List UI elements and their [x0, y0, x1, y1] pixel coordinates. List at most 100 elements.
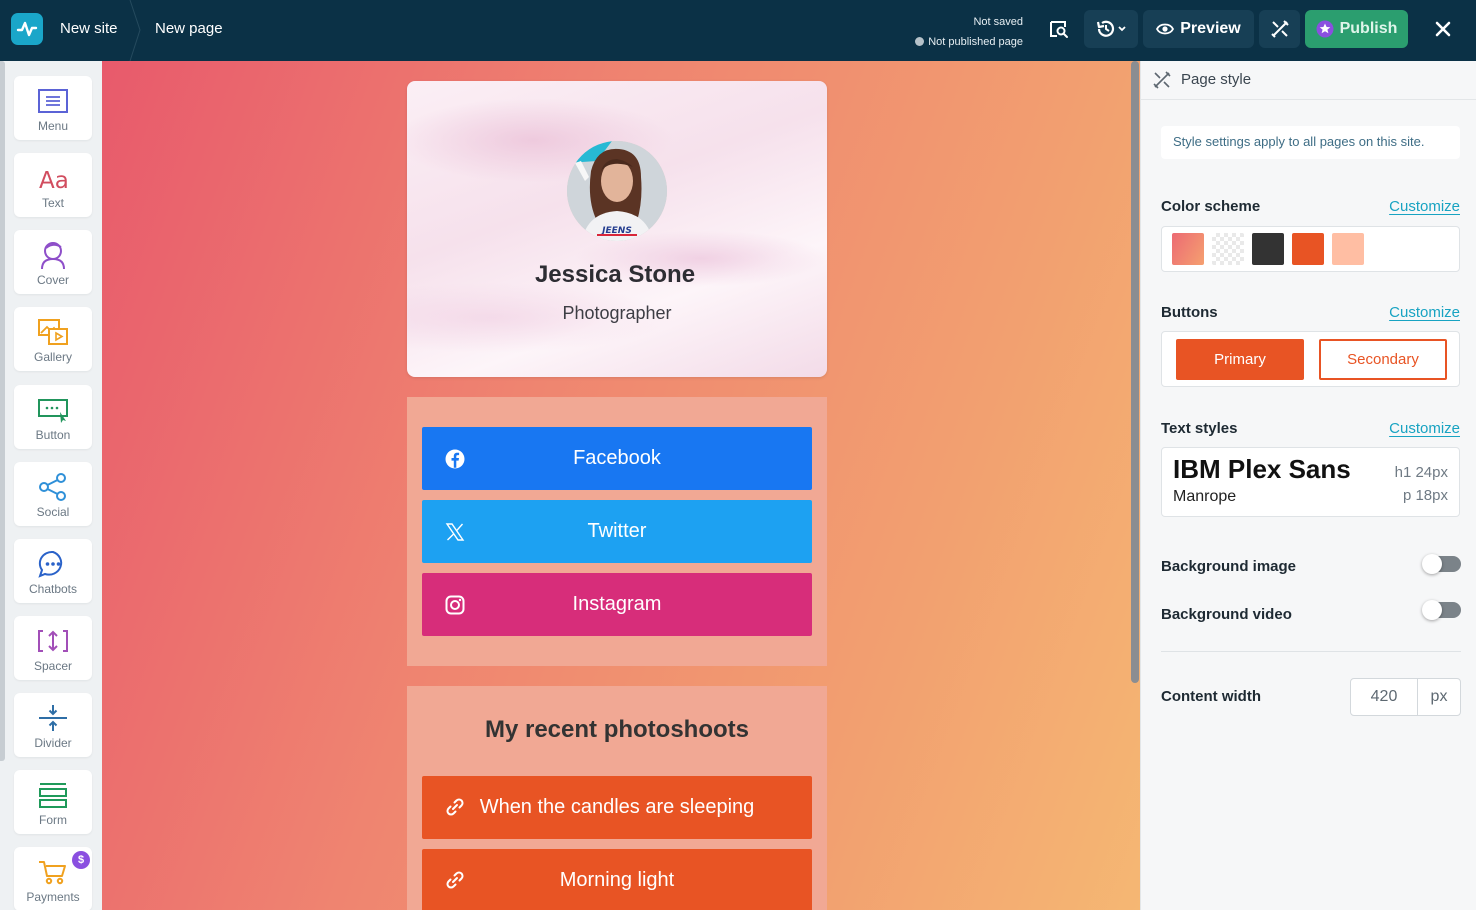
- breadcrumb-site[interactable]: New site: [60, 20, 118, 37]
- panel-divider: [1161, 651, 1461, 652]
- page-search-icon: [1050, 21, 1068, 38]
- design-tools-icon: [1270, 20, 1289, 38]
- publish-button[interactable]: Publish: [1305, 10, 1408, 48]
- heading-font-name: IBM Plex Sans: [1173, 454, 1351, 484]
- preview-button[interactable]: Preview: [1143, 10, 1254, 48]
- canvas-scrollbar[interactable]: [1131, 61, 1139, 683]
- profile-role[interactable]: Photographer: [407, 303, 827, 324]
- color-swatch[interactable]: [1292, 233, 1324, 265]
- page-search-button[interactable]: [1040, 10, 1078, 48]
- content-width-value[interactable]: 420: [1351, 679, 1418, 715]
- tool-label: Menu: [37, 119, 69, 133]
- color-scheme-box[interactable]: [1161, 226, 1460, 272]
- breadcrumb-page[interactable]: New page: [155, 20, 223, 37]
- tool-form[interactable]: Form: [14, 770, 92, 834]
- tool-spacer[interactable]: Spacer: [14, 616, 92, 680]
- tool-label: Cover: [36, 273, 69, 287]
- toggle-knob: [1422, 554, 1442, 574]
- tool-menu[interactable]: Menu: [14, 76, 92, 140]
- customize-buttons-link[interactable]: Customize: [1389, 304, 1460, 321]
- facebook-icon: [445, 449, 465, 469]
- color-swatch[interactable]: [1252, 233, 1284, 265]
- publish-status-text: Not published page: [928, 36, 1023, 48]
- tool-text[interactable]: Aa Text: [14, 153, 92, 217]
- tool-label: Social: [36, 505, 70, 519]
- publish-status: Not published page: [915, 32, 1023, 52]
- cover-icon: [41, 242, 65, 270]
- photoshoots-block[interactable]: My recent photoshoots When the candles a…: [407, 686, 827, 910]
- background-video-toggle[interactable]: [1422, 600, 1461, 620]
- photoshoots-title[interactable]: My recent photoshoots: [407, 716, 827, 744]
- profile-name[interactable]: Jessica Stone: [407, 261, 823, 289]
- buttons-box[interactable]: Primary Secondary: [1161, 331, 1460, 387]
- star-badge-icon: [1316, 20, 1334, 38]
- link-icon: [446, 798, 464, 816]
- gallery-icon: [38, 319, 68, 345]
- close-button[interactable]: [1424, 10, 1462, 48]
- content-width-label: Content width: [1161, 688, 1261, 705]
- tool-label: Spacer: [33, 659, 73, 673]
- style-note: Style settings apply to all pages on thi…: [1161, 126, 1460, 159]
- design-tools-button[interactable]: [1259, 10, 1300, 48]
- eye-icon: [1156, 23, 1175, 35]
- customize-color-scheme-link[interactable]: Customize: [1389, 198, 1460, 215]
- body-font-name: Manrope: [1173, 488, 1237, 505]
- buttons-label: Buttons: [1161, 304, 1218, 321]
- background-video-label: Background video: [1161, 606, 1292, 623]
- spacer-icon: [38, 630, 68, 652]
- tool-label: Payments: [26, 890, 80, 904]
- tool-gallery[interactable]: Gallery: [14, 307, 92, 371]
- page-style-panel: Page style Style settings apply to all p…: [1140, 61, 1476, 910]
- breadcrumb-separator-icon: [129, 0, 141, 61]
- text-icon: Aa: [39, 168, 69, 193]
- photoshoot-link-label: When the candles are sleeping: [479, 796, 755, 818]
- toolbar-scrollbar[interactable]: [0, 61, 5, 761]
- text-styles-box[interactable]: IBM Plex Sans Manrope h1 24px p 18px: [1161, 447, 1460, 517]
- facebook-button[interactable]: Facebook: [422, 427, 812, 490]
- social-icon: [39, 473, 66, 501]
- customize-text-styles-link[interactable]: Customize: [1389, 420, 1460, 437]
- color-swatch[interactable]: [1172, 233, 1204, 265]
- social-links-block[interactable]: Facebook Twitter Instagram: [407, 397, 827, 666]
- color-swatch[interactable]: [1212, 233, 1244, 265]
- button-icon: [38, 399, 68, 423]
- primary-button-preview[interactable]: Primary: [1176, 339, 1304, 380]
- tool-chatbots[interactable]: Chatbots: [14, 539, 92, 603]
- save-status: Not saved Not published page: [915, 12, 1023, 52]
- instagram-icon: [445, 595, 465, 615]
- avatar[interactable]: JEENS: [567, 141, 667, 241]
- block-toolbar: Menu Aa Text Cover Gallery Button Social…: [0, 61, 102, 910]
- tool-divider[interactable]: Divider: [14, 693, 92, 757]
- preview-label: Preview: [1180, 20, 1241, 37]
- history-button[interactable]: [1084, 10, 1138, 48]
- payments-badge: $: [72, 851, 90, 869]
- page-canvas[interactable]: JEENS Jessica Stone Photographer Faceboo…: [102, 61, 1140, 910]
- photoshoot-link-button[interactable]: Morning light: [422, 849, 812, 910]
- history-icon: [1096, 20, 1126, 37]
- tool-label: Divider: [34, 736, 72, 750]
- background-image-toggle[interactable]: [1422, 554, 1461, 574]
- tool-label: Text: [41, 196, 64, 210]
- tool-button[interactable]: Button: [14, 385, 92, 449]
- content-width-unit: px: [1430, 688, 1448, 705]
- secondary-button-preview[interactable]: Secondary: [1319, 339, 1447, 380]
- tool-social[interactable]: Social: [14, 462, 92, 526]
- status-dot-icon: [915, 37, 925, 46]
- chatbots-icon: [38, 550, 63, 578]
- instagram-button[interactable]: Instagram: [422, 573, 812, 636]
- heading-size: h1 24px: [1394, 464, 1448, 481]
- content-width-input[interactable]: 420 px: [1350, 678, 1461, 716]
- photoshoot-link-button[interactable]: When the candles are sleeping: [422, 776, 812, 839]
- tool-label: Gallery: [33, 350, 72, 364]
- photoshoot-link-label: Morning light: [559, 869, 675, 891]
- instagram-label: Instagram: [572, 593, 662, 615]
- app-logo-icon[interactable]: [11, 13, 43, 45]
- payments-icon: [39, 861, 66, 885]
- profile-card[interactable]: JEENS Jessica Stone Photographer: [407, 81, 827, 377]
- color-swatch[interactable]: [1332, 233, 1364, 265]
- top-bar: New site New page Not saved Not publishe…: [0, 0, 1476, 61]
- twitter-button[interactable]: Twitter: [422, 500, 812, 563]
- facebook-label: Facebook: [573, 447, 661, 469]
- tool-payments[interactable]: Payments $: [14, 847, 92, 910]
- tool-cover[interactable]: Cover: [14, 230, 92, 294]
